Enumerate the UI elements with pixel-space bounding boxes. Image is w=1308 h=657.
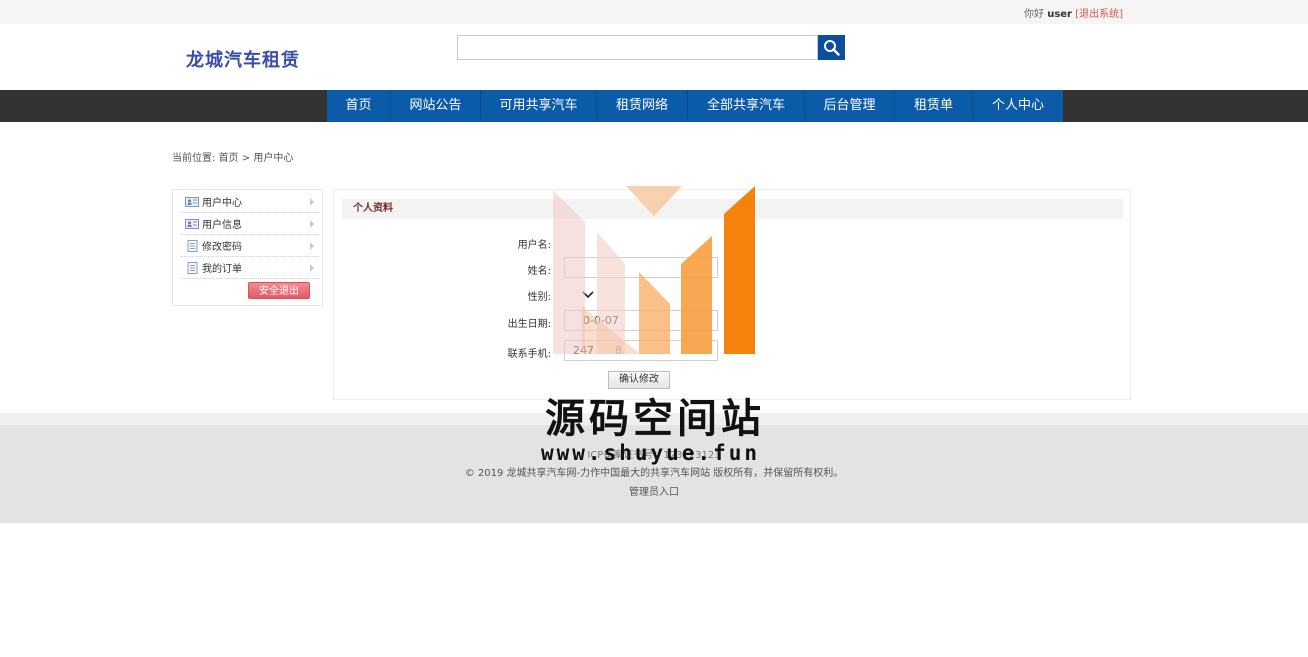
search-button[interactable] xyxy=(818,35,845,60)
user-greeting: 你好 user [退出系统] xyxy=(1024,5,1123,20)
site-logo[interactable]: 龙城汽车租赁 xyxy=(186,46,300,72)
username-label: 用户名: xyxy=(517,240,551,251)
profile-panel: 个人资料 用户名: 姓名: 性别: 出生日期: 0-0-07 联系手机: 247… xyxy=(333,189,1131,400)
sidebar-item-label: 用户信息 xyxy=(202,220,242,231)
nav-item-personal-center[interactable]: 个人中心 xyxy=(973,90,1063,122)
copyright-text: © 2019 龙城共享汽车网-力作中国最大的共享汽车网站 版权所有，并保留所有权… xyxy=(464,468,844,479)
sidebar-item-user-center[interactable]: 用户中心 xyxy=(181,191,319,213)
admin-link-text[interactable]: 管理员入口 xyxy=(629,487,679,498)
breadcrumb-prefix: 当前位置: xyxy=(172,153,216,164)
logout-link[interactable]: [退出系统] xyxy=(1075,9,1123,20)
breadcrumb-current: 用户中心 xyxy=(253,153,294,164)
breadcrumb: 当前位置: 首页 > 用户中心 xyxy=(172,149,293,164)
greeting-text: 你好 xyxy=(1024,9,1045,20)
chevron-right-icon xyxy=(310,263,314,272)
safe-logout-button[interactable]: 安全退出 xyxy=(248,282,310,299)
sidebar-item-label: 用户中心 xyxy=(202,198,242,209)
watermark-url: www.shuyue.fun xyxy=(541,441,761,465)
sidebar-item-user-info[interactable]: 用户信息 xyxy=(181,213,319,235)
main-nav-bar: 首页 网站公告 可用共享汽车 租赁网络 全部共享汽车 后台管理 租赁单 个人中心 xyxy=(0,90,1308,122)
search-icon xyxy=(824,40,840,56)
user-card-icon xyxy=(185,218,199,229)
nav-item-announcements[interactable]: 网站公告 xyxy=(391,90,481,122)
name-label: 姓名: xyxy=(527,266,551,277)
sidebar-item-label: 我的订单 xyxy=(202,264,242,275)
chevron-right-icon xyxy=(310,241,314,250)
chevron-right-icon xyxy=(310,197,314,206)
chevron-right-icon xyxy=(310,219,314,228)
sidebar-item-my-orders[interactable]: 我的订单 xyxy=(181,257,319,279)
top-bar: 你好 user [退出系统] xyxy=(0,0,1308,24)
breadcrumb-separator: > xyxy=(241,153,251,164)
admin-entry-link: 管理员入口 xyxy=(0,483,1308,498)
phone-label: 联系手机: xyxy=(507,349,551,360)
sidebar-item-change-password[interactable]: 修改密码 xyxy=(181,235,319,257)
gender-select[interactable] xyxy=(564,286,598,302)
username-text: user xyxy=(1047,9,1072,20)
birthday-label: 出生日期: xyxy=(507,319,551,330)
name-field[interactable] xyxy=(564,257,718,278)
user-card-icon xyxy=(185,196,199,207)
birthday-field[interactable]: 0-0-07 xyxy=(564,310,718,331)
sidebar-item-label: 修改密码 xyxy=(202,242,242,253)
nav-item-admin[interactable]: 后台管理 xyxy=(805,90,895,122)
user-sidebar: 用户中心 用户信息 修改密码 我的订单 安全退出 xyxy=(172,189,323,306)
breadcrumb-home-link[interactable]: 首页 xyxy=(219,153,239,164)
gender-label: 性别: xyxy=(527,292,551,303)
watermark-title: 源码空间站 xyxy=(545,396,765,442)
phone-field[interactable]: 247 8 xyxy=(564,340,718,361)
document-icon xyxy=(187,239,198,252)
chevron-down-icon xyxy=(582,291,594,299)
nav-item-rental-orders[interactable]: 租赁单 xyxy=(895,90,973,122)
panel-title: 个人资料 xyxy=(342,199,1123,219)
main-nav: 首页 网站公告 可用共享汽车 租赁网络 全部共享汽车 后台管理 租赁单 个人中心 xyxy=(327,90,1063,122)
header: 龙城汽车租赁 xyxy=(0,24,1308,90)
document-icon xyxy=(187,261,198,274)
nav-item-available-cars[interactable]: 可用共享汽车 xyxy=(481,90,597,122)
nav-item-home[interactable]: 首页 xyxy=(327,90,391,122)
nav-item-rental-network[interactable]: 租赁网络 xyxy=(597,90,688,122)
nav-item-all-cars[interactable]: 全部共享汽车 xyxy=(688,90,805,122)
search-input[interactable] xyxy=(457,35,818,60)
